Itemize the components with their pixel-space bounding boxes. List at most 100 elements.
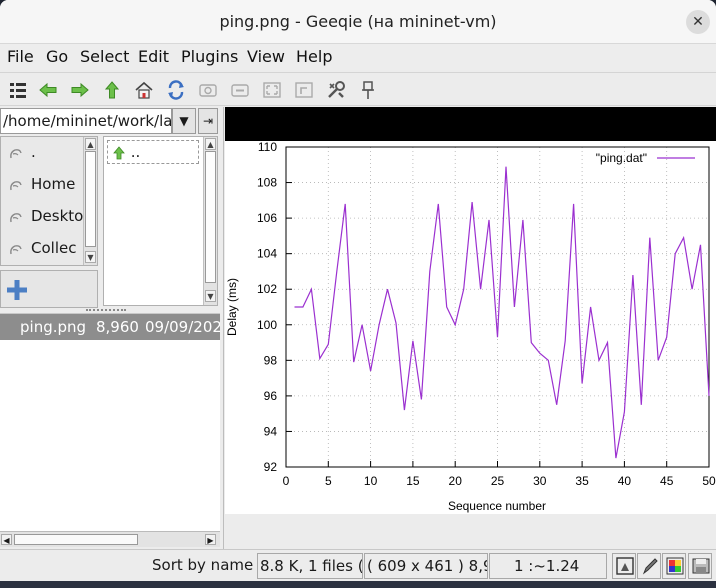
image-view-margin	[225, 514, 716, 549]
file-size: 8,960	[96, 318, 139, 336]
title-bar: ping.png - Geeqie (на mininet-vm) ✕	[0, 0, 716, 44]
bookmark-label: Deskto	[31, 207, 84, 225]
pin-icon[interactable]	[357, 79, 379, 101]
dir-item-label: ..	[130, 143, 141, 161]
x-tick-label: 10	[364, 474, 378, 488]
forward-icon[interactable]	[69, 79, 91, 101]
file-list: ping.png 8,960 09/09/2023	[0, 313, 220, 533]
bookmark-item-home[interactable]: Home	[7, 175, 75, 199]
x-tick-label: 40	[618, 474, 632, 488]
scroll-up-icon[interactable]: ▲	[205, 138, 216, 150]
zoom-1to1-icon[interactable]	[293, 79, 315, 101]
bookmark-item-collections[interactable]: Collec	[7, 239, 76, 263]
scroll-left-icon[interactable]: ◀	[1, 534, 12, 545]
folder-icon	[7, 144, 25, 162]
x-tick-label: 50	[702, 474, 716, 488]
bookmark-label: Collec	[31, 239, 77, 257]
path-dropdown-button[interactable]: ▼	[172, 108, 196, 134]
menu-edit[interactable]: Edit	[138, 47, 169, 66]
close-button[interactable]: ✕	[686, 10, 710, 34]
file-row[interactable]: ping.png 8,960 09/09/2023	[0, 314, 220, 340]
zoom-out-icon[interactable]	[229, 79, 251, 101]
bookmark-label: .	[31, 143, 36, 161]
add-bookmark-button[interactable]	[0, 270, 98, 308]
directory-list: .. ▲ ▼	[103, 136, 218, 306]
menu-bar: File Go Select Edit Plugins View Help	[0, 44, 716, 70]
thumbnails-icon[interactable]	[7, 79, 29, 101]
file-list-hscrollbar[interactable]: ◀ ▶	[0, 531, 220, 547]
y-tick-label: 96	[264, 389, 278, 403]
menu-plugins[interactable]: Plugins	[181, 47, 238, 66]
menu-go[interactable]: Go	[46, 47, 68, 66]
y-tick-label: 100	[257, 318, 277, 332]
x-axis-label: Sequence number	[448, 499, 546, 513]
info-icon[interactable]	[612, 553, 636, 579]
y-tick-label: 106	[257, 211, 277, 225]
scroll-down-icon[interactable]: ▼	[85, 251, 96, 263]
y-tick-label: 92	[264, 460, 278, 474]
scroll-up-icon[interactable]: ▲	[85, 138, 96, 150]
x-tick-label: 25	[491, 474, 505, 488]
bookmark-list: . Home Deskto Collec ▲ ▼	[0, 136, 98, 266]
x-tick-label: 15	[406, 474, 420, 488]
bookmark-scrollbar[interactable]: ▲ ▼	[83, 137, 97, 265]
pane-splitter[interactable]	[86, 309, 126, 312]
x-tick-label: 5	[325, 474, 332, 488]
settings-icon[interactable]	[325, 79, 347, 101]
bookmark-item-desktop[interactable]: Deskto	[7, 207, 83, 231]
background-terminal	[0, 581, 716, 588]
menu-file[interactable]: File	[7, 47, 34, 66]
zoom-in-icon[interactable]	[197, 79, 219, 101]
edit-icon[interactable]	[637, 553, 661, 579]
zoom-fit-icon[interactable]	[261, 79, 283, 101]
sort-selector[interactable]: Sort by name	[150, 553, 256, 579]
file-count-status: 8.8 K, 1 files (	[257, 553, 363, 579]
chart-grid	[285, 146, 710, 468]
up-arrow-icon	[113, 145, 125, 159]
bookmark-item-current[interactable]: .	[7, 143, 36, 167]
series-line-ping-dat	[294, 166, 710, 459]
scrollbar-thumb[interactable]	[14, 534, 138, 545]
dir-item-parent[interactable]: ..	[107, 140, 199, 164]
bookmark-label: Home	[31, 175, 76, 193]
y-tick-label: 104	[257, 247, 277, 261]
plot-image: 0 5 10 15 20 25 30 35 40 45 50 92 94 96 98 100 102 104 10…	[225, 141, 716, 514]
x-tick-label: 30	[533, 474, 547, 488]
x-tick-label: 45	[660, 474, 674, 488]
x-axis: 0 5 10 15 20 25 30 35 40 45 50	[283, 461, 716, 488]
save-icon[interactable]	[688, 553, 712, 579]
folder-icon	[7, 208, 25, 226]
image-dimensions-status: ( 609 x 461 ) 8,9	[364, 553, 488, 579]
directory-scrollbar[interactable]: ▲ ▼	[203, 137, 217, 305]
x-tick-label: 0	[283, 474, 290, 488]
image-view[interactable]: 0 5 10 15 20 25 30 35 40 45 50 92 94 96 98 100 102 104 10…	[225, 107, 716, 514]
path-bar: /home/mininet/work/lab ▼ ⇥	[0, 108, 218, 134]
file-date: 09/09/2023	[145, 318, 220, 336]
plus-icon	[7, 280, 27, 300]
scrollbar-thumb[interactable]	[205, 151, 216, 283]
up-icon[interactable]	[101, 79, 123, 101]
file-name: ping.png	[20, 318, 87, 336]
scroll-down-icon[interactable]: ▼	[205, 290, 216, 302]
window-title: ping.png - Geeqie (на mininet-vm)	[219, 12, 497, 31]
path-go-button[interactable]: ⇥	[198, 108, 218, 134]
x-tick-label: 20	[449, 474, 463, 488]
home-icon[interactable]	[133, 79, 155, 101]
y-axis-label: Delay (ms)	[225, 278, 239, 336]
legend-label: "ping.dat"	[596, 151, 647, 165]
back-icon[interactable]	[37, 79, 59, 101]
x-tick-label: 35	[575, 474, 589, 488]
zoom-status[interactable]: 1 :~1.24	[489, 553, 607, 579]
refresh-icon[interactable]	[165, 79, 187, 101]
y-tick-label: 102	[257, 282, 277, 296]
scrollbar-thumb[interactable]	[85, 151, 96, 247]
color-profile-icon[interactable]	[662, 553, 686, 579]
path-input[interactable]: /home/mininet/work/lab	[0, 108, 172, 134]
menu-help[interactable]: Help	[296, 47, 332, 66]
scroll-right-icon[interactable]: ▶	[205, 534, 216, 545]
folder-icon	[7, 176, 25, 194]
ping-delay-chart: 0 5 10 15 20 25 30 35 40 45 50 92 94 96 98 100 102 104 10…	[225, 141, 716, 513]
toolbar	[0, 72, 716, 106]
menu-select[interactable]: Select	[80, 47, 129, 66]
menu-view[interactable]: View	[247, 47, 285, 66]
